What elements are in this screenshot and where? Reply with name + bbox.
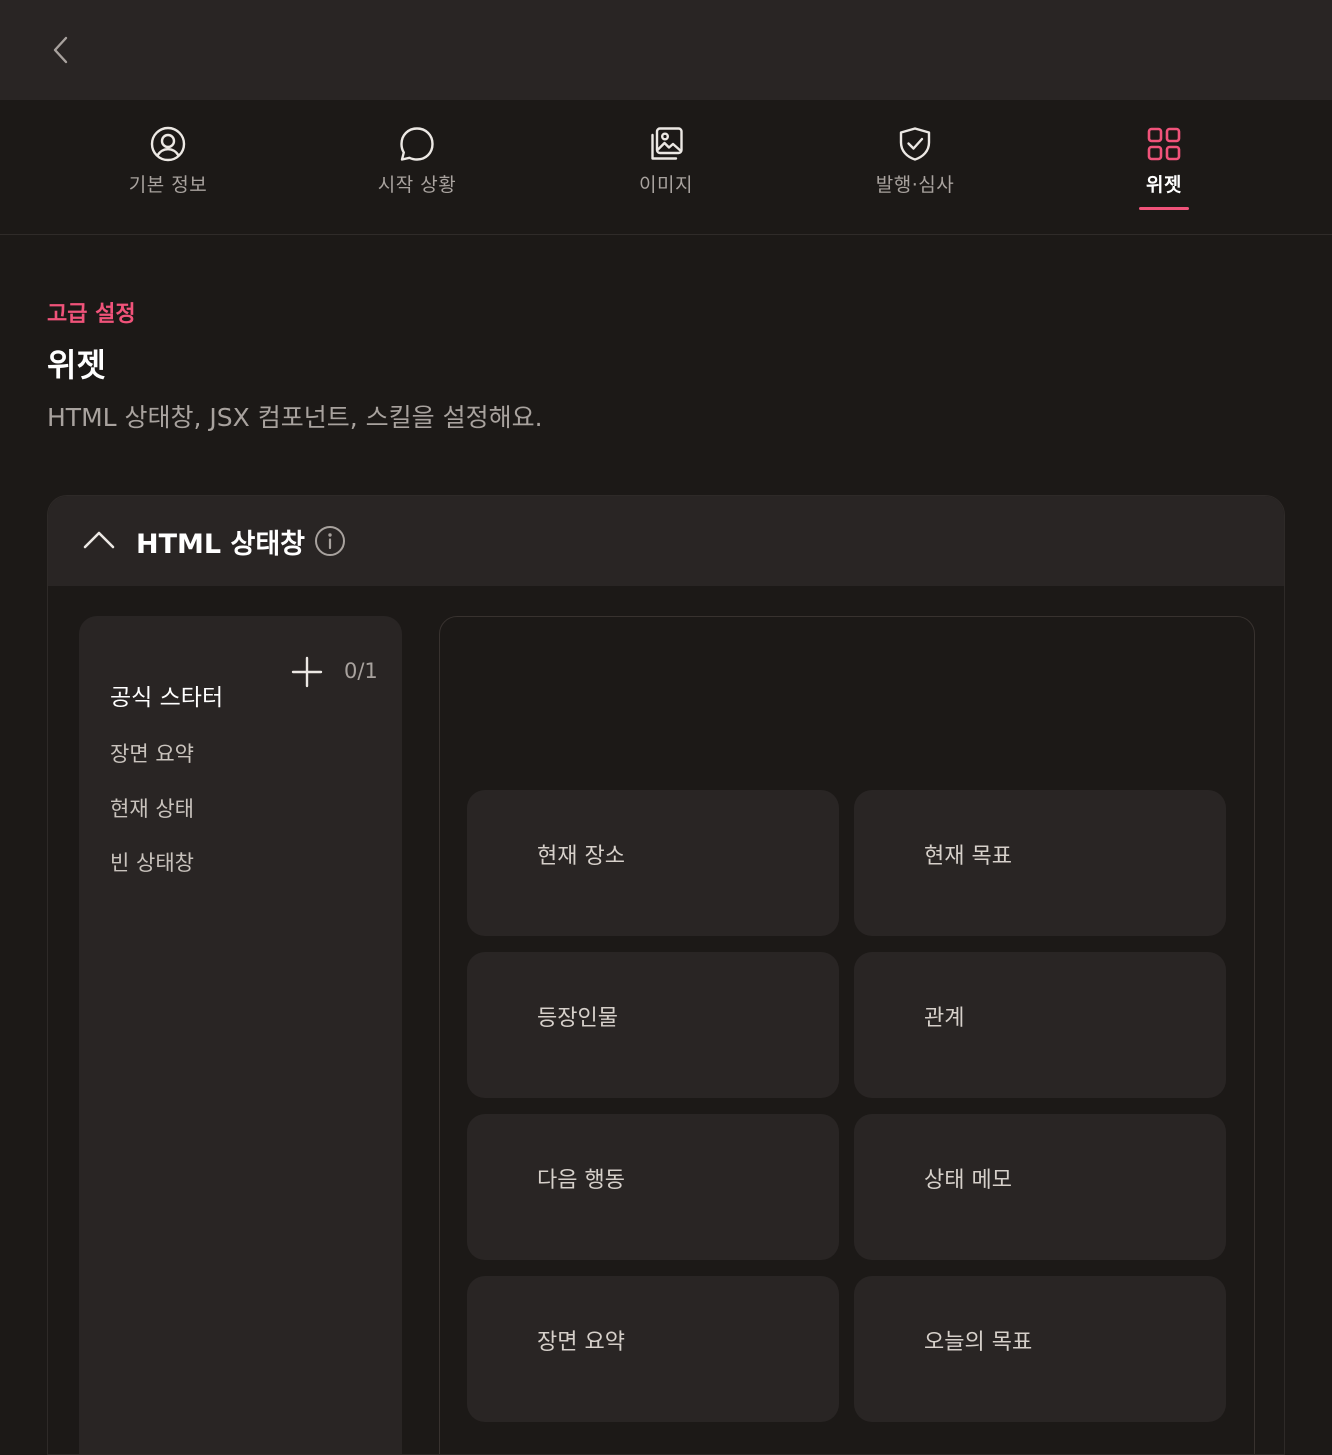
list-item[interactable]: 빈 상태창 bbox=[110, 847, 194, 877]
section-eyebrow: 고급 설정 bbox=[47, 302, 136, 327]
panel-title: HTML 상태창 bbox=[136, 529, 306, 560]
top-bar bbox=[0, 0, 1332, 100]
panel-header[interactable]: HTML 상태창 bbox=[48, 496, 1284, 586]
tab-label: 발행·심사 bbox=[875, 174, 955, 196]
chat-bubble-icon bbox=[399, 126, 435, 162]
grid-icon bbox=[1146, 126, 1182, 162]
cell-label: 다음 행동 bbox=[537, 1168, 625, 1193]
tab-label: 이미지 bbox=[639, 174, 693, 196]
list-item[interactable]: 장면 요약 bbox=[110, 738, 194, 768]
tab-basic-info[interactable]: 기본 정보 bbox=[68, 100, 268, 235]
cell-label: 장면 요약 bbox=[537, 1330, 625, 1355]
info-icon[interactable] bbox=[314, 525, 346, 557]
cell-label: 현재 장소 bbox=[537, 844, 625, 869]
tab-start-situation[interactable]: 시작 상황 bbox=[317, 100, 517, 235]
tab-label: 위젯 bbox=[1146, 174, 1182, 196]
item-count: 0/1 bbox=[344, 659, 378, 683]
cell-label: 현재 목표 bbox=[924, 844, 1012, 869]
cell-label: 오늘의 목표 bbox=[924, 1330, 1033, 1355]
preview-cell: 현재 목표 bbox=[854, 790, 1226, 936]
page-title: 위젯 bbox=[47, 346, 106, 384]
back-button[interactable] bbox=[40, 30, 80, 70]
images-icon bbox=[648, 126, 684, 162]
chevron-up-icon[interactable] bbox=[82, 524, 116, 558]
cell-label: 상태 메모 bbox=[924, 1168, 1012, 1193]
tab-label: 시작 상황 bbox=[377, 174, 457, 196]
list-heading: 공식 스타터 bbox=[110, 685, 224, 711]
tab-label: 기본 정보 bbox=[128, 174, 208, 196]
tab-bar: 기본 정보 시작 상황 이미지 발행·심사 위젯 bbox=[0, 100, 1332, 235]
tab-publish-review[interactable]: 발행·심사 bbox=[815, 100, 1015, 235]
page-description: HTML 상태창, JSX 컴포넌트, 스킬을 설정해요. bbox=[47, 403, 543, 432]
active-tab-indicator bbox=[1139, 207, 1189, 210]
chevron-left-icon bbox=[53, 36, 68, 64]
html-status-panel: HTML 상태창 0/1 공식 스타터 장면 요약 현재 상태 빈 상태창 현재… bbox=[47, 495, 1285, 1455]
starter-list: 0/1 공식 스타터 장면 요약 현재 상태 빈 상태창 bbox=[79, 616, 402, 1454]
cell-label: 관계 bbox=[924, 1006, 965, 1031]
cell-label: 등장인물 bbox=[537, 1006, 618, 1031]
plus-icon[interactable] bbox=[291, 656, 323, 688]
preview-cell: 상태 메모 bbox=[854, 1114, 1226, 1260]
tab-widgets[interactable]: 위젯 bbox=[1064, 100, 1264, 235]
preview-cell: 등장인물 bbox=[467, 952, 839, 1098]
preview-cell: 다음 행동 bbox=[467, 1114, 839, 1260]
widget-preview: 현재 장소 현재 목표 등장인물 관계 다음 행동 상태 메모 장면 요약 오늘… bbox=[439, 616, 1255, 1454]
shield-check-icon bbox=[897, 126, 933, 162]
preview-cell: 관계 bbox=[854, 952, 1226, 1098]
preview-cell: 오늘의 목표 bbox=[854, 1276, 1226, 1422]
tab-images[interactable]: 이미지 bbox=[566, 100, 766, 235]
preview-cell: 장면 요약 bbox=[467, 1276, 839, 1422]
list-item[interactable]: 현재 상태 bbox=[110, 793, 194, 823]
user-circle-icon bbox=[150, 126, 186, 162]
preview-cell: 현재 장소 bbox=[467, 790, 839, 936]
